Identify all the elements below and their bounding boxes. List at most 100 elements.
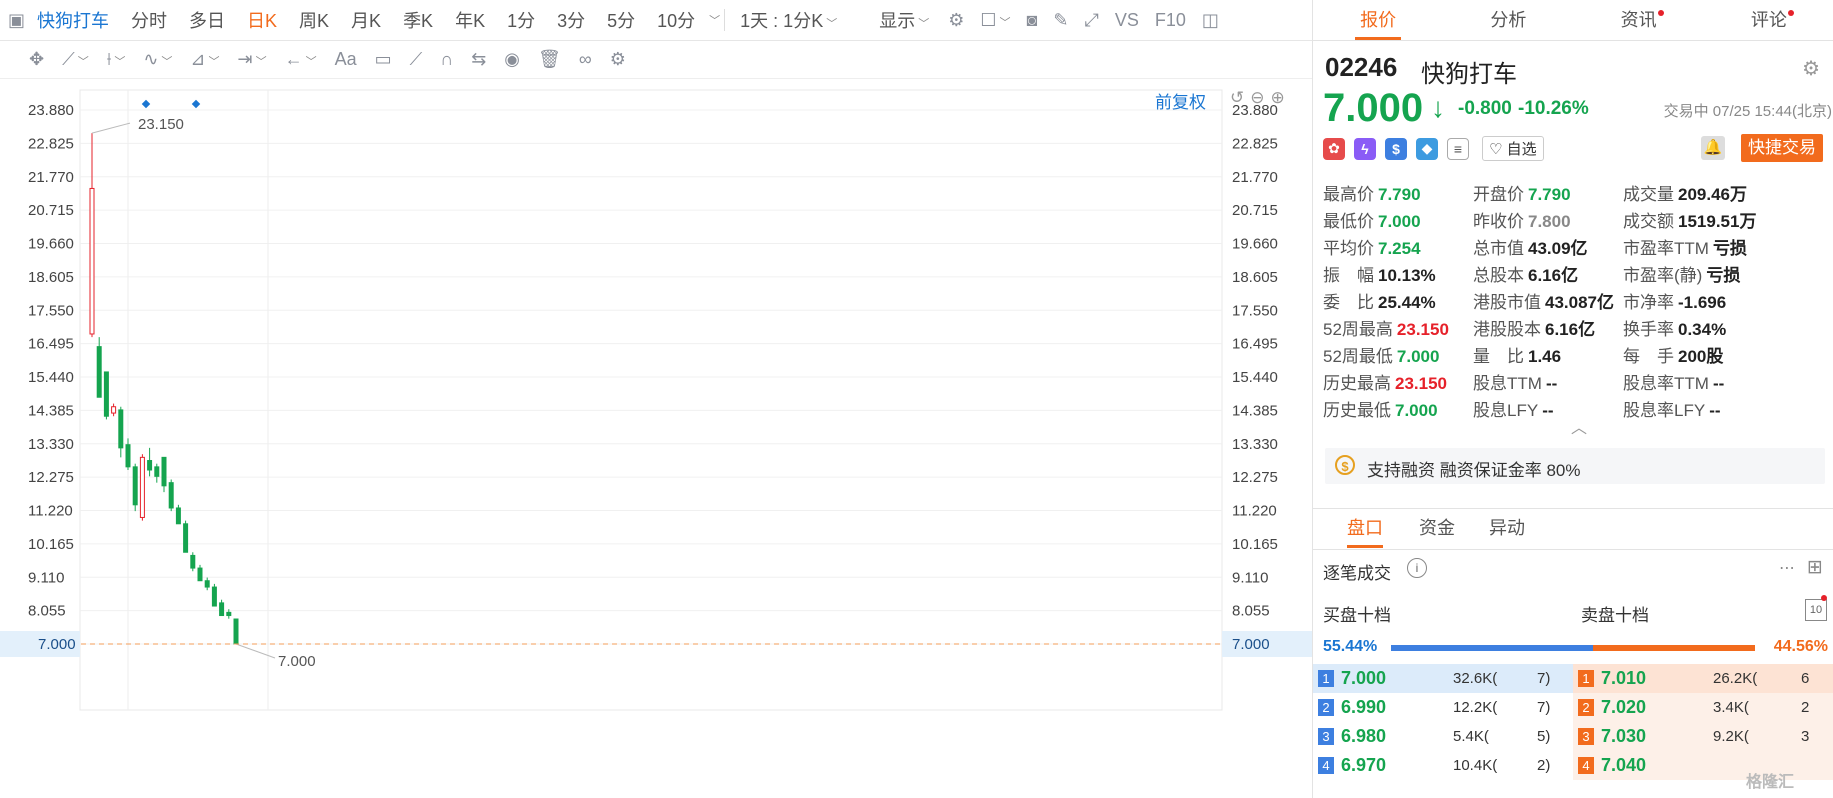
info-icon[interactable]: i	[1407, 558, 1427, 578]
panel-tab-1[interactable]: 分析	[1443, 0, 1573, 40]
display-menu[interactable]: 显示 ﹀	[868, 7, 940, 33]
text-tool-icon[interactable]: Aa	[326, 49, 366, 70]
wave-tool-icon[interactable]: ∿ ﹀	[134, 49, 181, 70]
vs-compare-button[interactable]: VS	[1107, 10, 1147, 31]
candle-body	[111, 406, 117, 414]
candle-body	[103, 371, 109, 417]
link-rings-icon[interactable]: ∞	[570, 49, 601, 70]
reset-icon[interactable]: ↺	[1230, 88, 1250, 107]
f10-button[interactable]: F10	[1147, 10, 1194, 31]
order-book-row[interactable]: 1 7.000 32.6K(7) 1 7.010 26.2K(6	[1313, 664, 1833, 693]
stat-label: 股息率TTM	[1623, 374, 1709, 393]
zoom-out-icon[interactable]: ⊖	[1250, 88, 1270, 107]
bid-level[interactable]: 3 6.980 5.4K(5)	[1313, 722, 1573, 751]
measure-tool-icon[interactable]: ⇥ ﹀	[229, 49, 276, 70]
panel-tab-label: 报价	[1360, 10, 1397, 30]
y-tick-label-right: 14.385	[1232, 402, 1278, 419]
period-tab-10min[interactable]: 10分	[646, 7, 706, 33]
bid-price: 6.970	[1341, 755, 1387, 775]
quick-trade-button[interactable]: 快捷交易	[1741, 134, 1823, 162]
add-watchlist-button[interactable]: ♡ 自选	[1482, 136, 1544, 161]
kline-chart[interactable]: 23.880 23.88022.825 22.82521.770 21.77020.7…	[0, 80, 1312, 798]
move-cross-icon[interactable]: ✥	[20, 49, 53, 70]
dollar-icon[interactable]: $	[1385, 137, 1407, 160]
zoom-in-icon[interactable]: ⊕	[1271, 88, 1291, 107]
bid-order-count: 2)	[1537, 757, 1551, 774]
camera-icon[interactable]: ◙	[1018, 10, 1045, 31]
ask-level[interactable]: 2 7.020 3.4K(2	[1573, 693, 1833, 722]
panel-tab-3[interactable]: 评论	[1704, 0, 1833, 40]
bid-level[interactable]: 2 6.990 12.2K(7)	[1313, 693, 1573, 722]
settings-gear-icon[interactable]: ⚙	[940, 10, 972, 31]
period-tab-yearly[interactable]: 年K	[444, 7, 496, 33]
bid-level[interactable]: 1 7.000 32.6K(7)	[1313, 664, 1573, 693]
chevron-up-icon[interactable]: ︿	[1571, 414, 1587, 438]
sync-tool-icon[interactable]: ⇆	[462, 49, 495, 70]
flash-icon[interactable]: ϟ	[1354, 137, 1376, 160]
grid-layout-icon[interactable]: ⊞	[1807, 556, 1823, 579]
tick-trades-title[interactable]: 逐笔成交	[1323, 559, 1391, 584]
gear-icon[interactable]: ⚙	[1802, 56, 1820, 81]
period-tab-monthly[interactable]: 月K	[340, 7, 392, 33]
bell-icon[interactable]: 🔔	[1701, 136, 1725, 160]
comment-tool-icon[interactable]: ▭	[366, 49, 401, 70]
bid-level[interactable]: 4 6.970 10.4K(2)	[1313, 751, 1573, 780]
chart-frame-select-icon[interactable]: ☐ ﹀	[972, 10, 1018, 31]
ask-level[interactable]: 3 7.030 9.2K(3	[1573, 722, 1833, 751]
stat-row: 平均价 7.254 总市值 43.09亿 市盈率TTM 亏损	[1323, 234, 1833, 261]
bid-order-count: 5)	[1537, 728, 1551, 745]
period-more-chevron-icon[interactable]: ﹀	[709, 12, 720, 28]
stock-title-link[interactable]: 快狗打车	[33, 7, 120, 33]
tab-orderbook[interactable]: 盘口	[1347, 509, 1383, 548]
stat-value: 23.150	[1395, 374, 1447, 393]
hk-flag-icon[interactable]: ✿	[1323, 137, 1345, 160]
ask-level[interactable]: 1 7.010 26.2K(6	[1573, 664, 1833, 693]
fib-tool-icon[interactable]: ⊿ ﹀	[181, 49, 228, 70]
period-tab-intraday[interactable]: 分时	[120, 7, 178, 33]
tab-capital[interactable]: 资金	[1419, 509, 1455, 547]
fullscreen-icon[interactable]: ⤢	[1076, 10, 1106, 31]
eraser-tool-icon[interactable]: ⟋	[401, 49, 432, 70]
notification-dot	[1821, 595, 1827, 601]
period-tab-multiday[interactable]: 多日	[178, 7, 236, 33]
stat-value: --	[1545, 374, 1558, 393]
order-book-row[interactable]: 2 6.990 12.2K(7) 2 7.020 3.4K(2	[1313, 693, 1833, 722]
down-arrow-icon: ↓	[1431, 92, 1445, 123]
pencil-icon[interactable]: ✎	[1045, 10, 1076, 31]
tab-anomaly[interactable]: 异动	[1489, 509, 1525, 547]
feature-icon-row: ✿ ϟ $ ◆ ≡ ♡ 自选	[1323, 136, 1544, 161]
more-options-icon[interactable]: ⋯	[1779, 558, 1795, 578]
trash-icon[interactable]: 🗑	[529, 49, 570, 70]
stat-item: 总股本 6.16亿	[1473, 261, 1578, 286]
period-tab-5min[interactable]: 5分	[596, 7, 646, 33]
tag-icon[interactable]: ◆	[1416, 137, 1438, 160]
order-book-row[interactable]: 3 6.980 5.4K(5) 3 7.030 9.2K(3	[1313, 722, 1833, 751]
period-tab-3min[interactable]: 3分	[546, 7, 596, 33]
panel-tab-2[interactable]: 资讯	[1574, 0, 1704, 40]
interval-select[interactable]: 1天 : 1分K ﹀	[729, 7, 848, 33]
sidebar-layout-icon[interactable]: ◫	[1194, 10, 1227, 31]
period-tab-quarterly[interactable]: 季K	[392, 7, 444, 33]
panel-tab-label: 分析	[1490, 10, 1527, 30]
period-tab-daily[interactable]: 日K	[236, 7, 288, 33]
price-adjust-button[interactable]: 前复权	[1155, 88, 1206, 113]
depth-level-icon[interactable]: 10	[1805, 599, 1827, 621]
chart-zoom-controls[interactable]: ↺⊖⊕	[1230, 88, 1291, 108]
note-icon[interactable]: ≡	[1447, 137, 1469, 160]
magnet-tool-icon[interactable]: ∩	[431, 49, 462, 70]
kline-chart-area[interactable]: 23.880 23.880 22.825 22.825 21.770 21.770 20.7…	[0, 80, 1312, 798]
panel-toggle-icon[interactable]: ▣	[0, 10, 33, 31]
stat-item: 成交额 1519.51万	[1623, 207, 1756, 232]
period-tab-1min[interactable]: 1分	[496, 7, 546, 33]
stat-label: 振 幅	[1323, 266, 1374, 285]
period-tab-weekly[interactable]: 周K	[288, 7, 340, 33]
draw-settings-gear-icon[interactable]: ⚙	[601, 49, 635, 70]
panel-tab-0[interactable]: 报价	[1313, 0, 1443, 40]
bid-volume: 12.2K(	[1453, 699, 1498, 716]
ray-tool-icon[interactable]: ⟊ ﹀	[98, 49, 135, 70]
arrow-tool-icon[interactable]: ← ﹀	[276, 49, 326, 70]
y-tick-label-left: 8.055	[28, 603, 66, 620]
candle-body	[147, 460, 153, 471]
line-tool-icon[interactable]: ⟋ ﹀	[53, 49, 98, 70]
visibility-eye-icon[interactable]: ◉	[495, 49, 529, 70]
